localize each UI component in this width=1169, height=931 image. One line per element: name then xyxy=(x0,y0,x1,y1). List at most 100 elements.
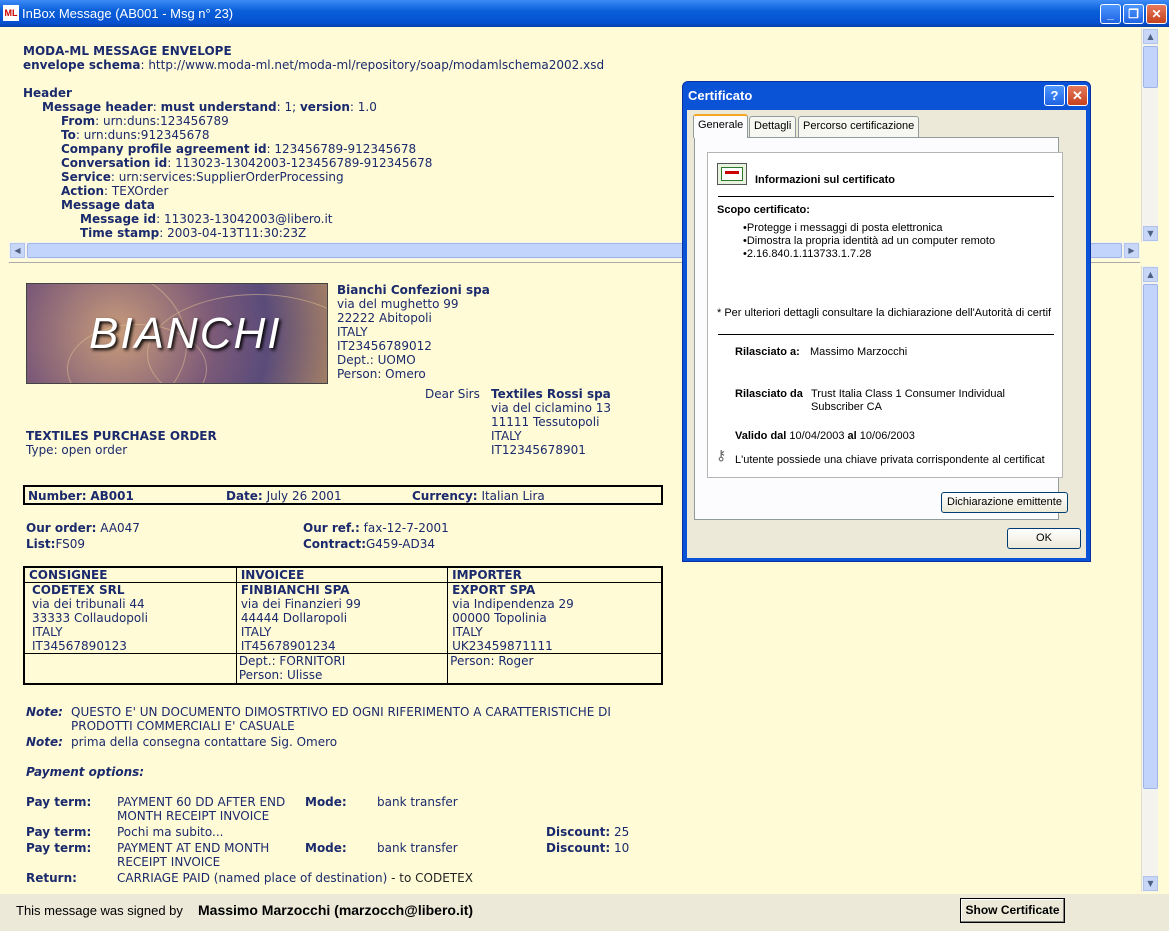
issued-by-value: Subscriber CA xyxy=(811,401,882,413)
pay-term-label: Pay term: xyxy=(26,841,92,855)
consignee-extra-cell xyxy=(23,653,237,684)
recipient-line: via del ciclamino 13 xyxy=(491,401,612,415)
scroll-up-arrow-icon[interactable]: ▲ xyxy=(1143,267,1158,282)
pay-term-label: Pay term: xyxy=(26,825,92,839)
envelope-field: Company profile agreement id: 123456789-… xyxy=(61,142,417,156)
issued-by-label: Rilasciato da xyxy=(735,388,803,400)
return-value: CARRIAGE PAID (named place of destinatio… xyxy=(117,871,473,885)
tab-generale[interactable]: Generale xyxy=(693,114,749,138)
issued-to-label: Rilasciato a: xyxy=(735,346,800,358)
envelope-field: To: urn:duns:912345678 xyxy=(61,128,210,142)
scroll-down-arrow-icon[interactable]: ▼ xyxy=(1143,876,1158,891)
our-ref: Our ref.: fax-12-7-2001 xyxy=(303,521,449,535)
message-id: Message id: 113023-13042003@libero.it xyxy=(80,212,333,226)
recipient-line: 11111 Tessutopoli xyxy=(491,415,600,429)
certificate-info-box: Informazioni sul certificato Scopo certi… xyxy=(707,152,1063,478)
column-header: INVOICEE xyxy=(235,566,449,583)
ok-button[interactable]: OK xyxy=(1007,528,1081,549)
issued-by-value: Trust Italia Class 1 Consumer Individual xyxy=(811,388,1006,400)
pay-term-value: MONTH RECEIPT INVOICE xyxy=(117,809,270,823)
envelope-schema: envelope schema: http://www.moda-ml.net/… xyxy=(23,58,605,72)
consignee-cell: CODETEX SRL via dei tribunali 44 33333 Col… xyxy=(23,582,237,654)
discount-value: 25 xyxy=(614,825,630,839)
pay-term-label: Pay term: xyxy=(26,795,92,809)
window-title-bar[interactable]: ML InBox Message (AB001 - Msg n° 23) _ ❐… xyxy=(0,0,1169,27)
scrollbar-thumb[interactable] xyxy=(1143,46,1158,88)
scrollbar-thumb[interactable] xyxy=(1143,284,1158,789)
minimize-button[interactable]: _ xyxy=(1100,4,1121,24)
key-icon: ⚷ xyxy=(716,447,727,463)
tab-dettagli[interactable]: Dettagli xyxy=(749,116,797,137)
recipient-name: Textiles Rossi spa xyxy=(491,387,611,401)
recipient-line: IT12345678901 xyxy=(491,443,586,457)
mode-label: Mode: xyxy=(305,841,347,855)
envelope-field: From: urn:duns:123456789 xyxy=(61,114,229,128)
column-header: CONSIGNEE xyxy=(23,566,237,583)
mode-value: bank transfer xyxy=(377,841,458,855)
signed-by-label: This message was signed by xyxy=(16,903,183,918)
restore-button[interactable]: ❐ xyxy=(1123,4,1144,24)
scroll-right-arrow-icon[interactable]: ▶ xyxy=(1124,243,1139,258)
certificate-dialog: Certificato ? ✕ Generale Dettagli Percor… xyxy=(682,81,1091,562)
order-type: Type: open order xyxy=(26,443,128,457)
contract: Contract:G459-AD34 xyxy=(303,537,435,551)
tab-percorso-certificazione[interactable]: Percorso certificazione xyxy=(798,116,920,137)
dialog-title: Certificato xyxy=(688,88,753,103)
info-title: Informazioni sul certificato xyxy=(755,174,895,186)
sender-line: ITALY xyxy=(337,325,368,339)
divider xyxy=(718,196,1054,197)
scroll-down-arrow-icon[interactable]: ▼ xyxy=(1143,226,1158,241)
message-header: Message header: must understand: 1; vers… xyxy=(42,100,377,114)
issuer-statement-button[interactable]: Dichiarazione emittente xyxy=(941,492,1068,513)
issued-to-value: Massimo Marzocchi xyxy=(810,346,908,358)
envelope-vertical-scrollbar[interactable]: ▲ ▼ xyxy=(1141,28,1158,242)
table-row: CODETEX SRL via dei tribunali 44 33333 Col… xyxy=(23,582,663,654)
bianchi-logo: BIANCHI xyxy=(26,283,328,384)
order-currency: Currency: Italian Lira xyxy=(412,489,545,503)
note-label: Note: xyxy=(26,735,63,749)
dialog-close-button[interactable]: ✕ xyxy=(1067,85,1088,106)
order-number: Number: AB001 xyxy=(28,489,134,503)
header-heading: Header xyxy=(23,86,72,100)
sender-line: 22222 Abitopoli xyxy=(337,311,432,325)
help-button[interactable]: ? xyxy=(1044,85,1065,106)
signer-name: Massimo Marzocchi (marzocch@libero.it) xyxy=(198,902,474,918)
tab-panel: Informazioni sul certificato Scopo certi… xyxy=(694,137,1068,520)
certificate-icon xyxy=(717,163,747,185)
note-text: QUESTO E' UN DOCUMENTO DIMOSTRTIVO ED OG… xyxy=(71,705,611,719)
note-text: prima della consegna contattare Sig. Ome… xyxy=(71,735,338,749)
divider xyxy=(718,334,1054,335)
our-order: Our order: AA047 xyxy=(26,521,140,535)
list: List:FS09 xyxy=(26,537,86,551)
pay-term-value: PAYMENT AT END MONTH xyxy=(117,841,270,855)
purpose-item: •Protegge i messaggi di posta elettronic… xyxy=(743,222,943,234)
show-certificate-button[interactable]: Show Certificate xyxy=(960,898,1065,923)
importer-cell: EXPORT SPA via Indipendenza 29 00000 Topol… xyxy=(447,582,663,654)
window-title: InBox Message (AB001 - Msg n° 23) xyxy=(22,6,234,21)
discount-label: Discount: xyxy=(546,841,611,855)
order-title: TEXTILES PURCHASE ORDER xyxy=(26,429,217,443)
return-label: Return: xyxy=(26,871,77,885)
discount-value: 10 xyxy=(614,841,630,855)
message-data-heading: Message data xyxy=(61,198,155,212)
note-label: Note: xyxy=(26,705,63,719)
note-text: PRODOTTI COMMERCIALI E' CASUALE xyxy=(71,719,295,733)
close-button[interactable]: ✕ xyxy=(1146,4,1167,24)
pay-term-value: RECEIPT INVOICE xyxy=(117,855,221,869)
footnote: * Per ulteriori dettagli consultare la d… xyxy=(717,307,1052,319)
recipient-line: ITALY xyxy=(491,429,522,443)
status-bar: This message was signed by Massimo Marzo… xyxy=(0,894,1169,931)
scroll-up-arrow-icon[interactable]: ▲ xyxy=(1143,29,1158,44)
order-vertical-scrollbar[interactable]: ▲ ▼ xyxy=(1141,266,1158,892)
invoicee-cell: FINBIANCHI SPA via dei Finanzieri 99 44444… xyxy=(235,582,449,654)
scroll-left-arrow-icon[interactable]: ◀ xyxy=(10,243,25,258)
validity: Valido dal 10/04/2003 al 10/06/2003 xyxy=(735,430,915,442)
scope-label: Scopo certificato: xyxy=(717,204,810,216)
dialog-body: Generale Dettagli Percorso certificazion… xyxy=(687,110,1086,558)
purpose-item: •Dimostra la propria identità ad un comp… xyxy=(743,235,996,247)
column-header: IMPORTER xyxy=(447,566,663,583)
pay-term-value: Pochi ma subito... xyxy=(117,825,224,839)
mode-label: Mode: xyxy=(305,795,347,809)
importer-extra-cell: Person: Roger xyxy=(447,653,663,684)
invoicee-extra-cell: Dept.: FORNITORI Person: Ulisse xyxy=(235,653,449,684)
